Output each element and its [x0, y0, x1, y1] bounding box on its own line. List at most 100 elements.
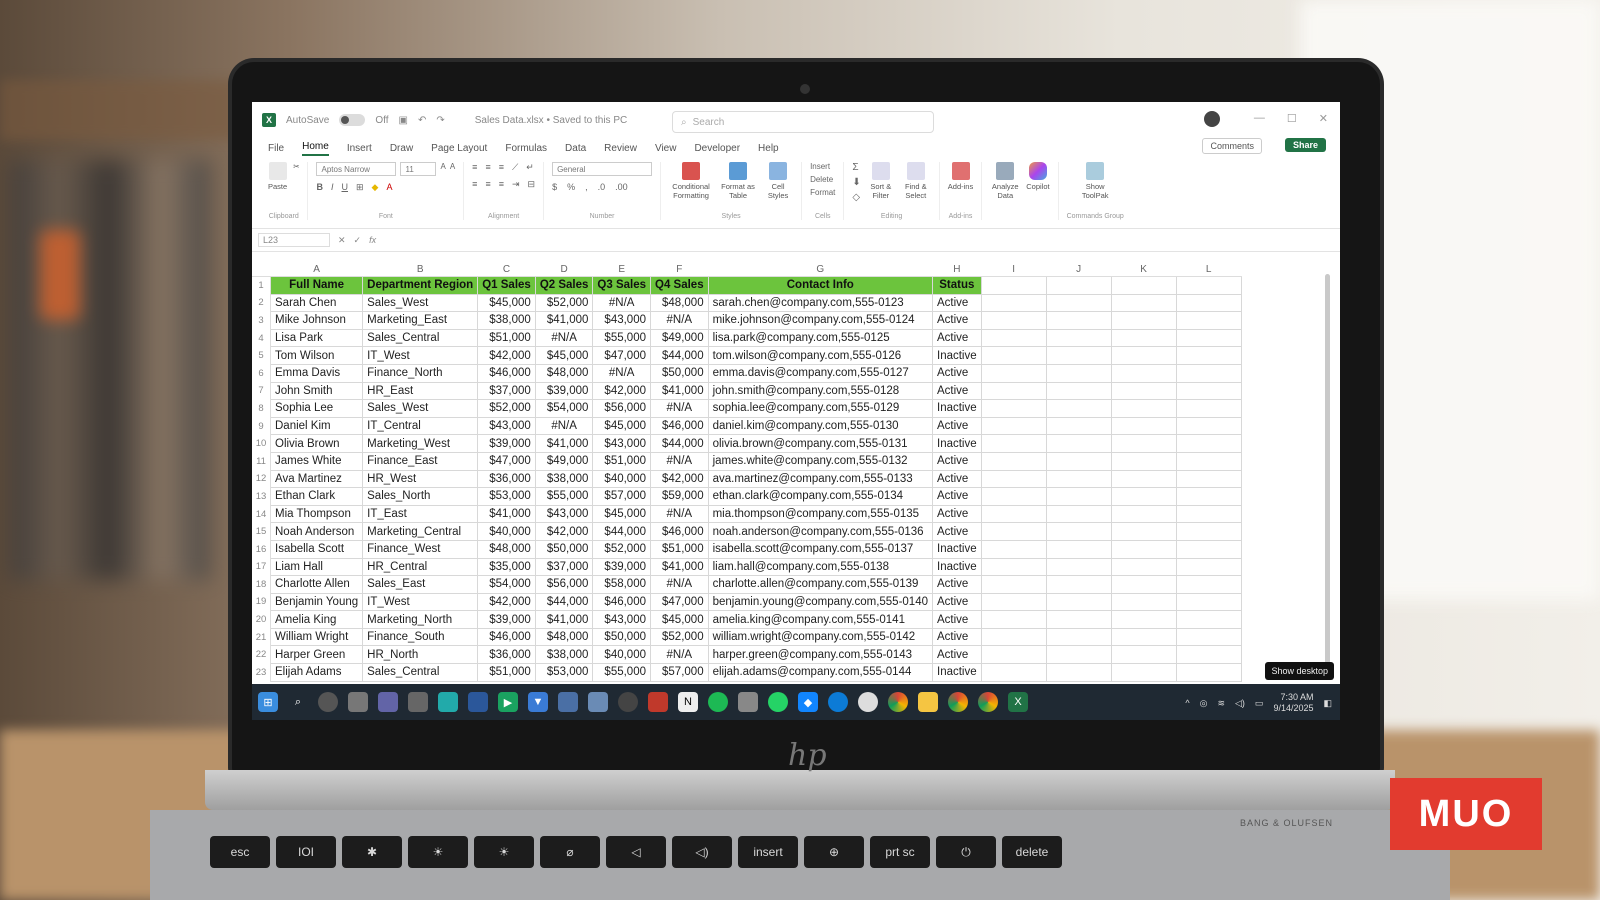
empty-cell[interactable]: [1045, 293, 1112, 313]
cell[interactable]: Inactive: [932, 557, 982, 577]
key[interactable]: ⏻: [936, 836, 996, 868]
fill-color-icon[interactable]: ◆: [372, 182, 379, 193]
empty-cell[interactable]: [1110, 381, 1177, 401]
empty-cell[interactable]: [1045, 399, 1112, 418]
empty-cell[interactable]: [1045, 487, 1112, 506]
cell[interactable]: $37,000: [534, 557, 594, 577]
tab-file[interactable]: File: [268, 143, 284, 154]
cell[interactable]: Finance_North: [362, 363, 479, 383]
column-header[interactable]: A: [270, 262, 363, 277]
cell[interactable]: Marketing_West: [362, 434, 479, 453]
search-icon[interactable]: ⌕: [288, 692, 308, 712]
key[interactable]: ✱: [342, 836, 402, 868]
cell[interactable]: $44,000: [650, 434, 709, 453]
cell[interactable]: John Smith: [269, 381, 364, 401]
whatsapp-icon[interactable]: [768, 692, 788, 712]
empty-cell[interactable]: [1175, 557, 1242, 577]
empty-cell[interactable]: [1110, 522, 1177, 541]
cell[interactable]: Olivia Brown: [269, 434, 364, 453]
column-header[interactable]: F: [650, 262, 709, 277]
cell[interactable]: $45,000: [592, 504, 651, 524]
empty-cell[interactable]: [980, 434, 1047, 453]
cell[interactable]: tom.wilson@company.com,555-0126: [707, 346, 934, 365]
cell[interactable]: $46,000: [592, 592, 651, 612]
row-number[interactable]: 5: [252, 346, 271, 365]
autosave-toggle[interactable]: [339, 114, 366, 126]
empty-cell[interactable]: [980, 557, 1047, 577]
cell[interactable]: Active: [932, 575, 982, 594]
cell[interactable]: Sales_East: [362, 575, 479, 594]
cell[interactable]: Active: [932, 592, 982, 612]
row-number[interactable]: 22: [252, 645, 271, 664]
empty-cell[interactable]: [1175, 451, 1242, 471]
column-header[interactable]: C: [477, 262, 536, 277]
empty-cell[interactable]: [1045, 645, 1112, 665]
cell[interactable]: $47,000: [650, 592, 709, 612]
empty-cell[interactable]: [1045, 522, 1112, 541]
empty-cell[interactable]: [1045, 276, 1112, 295]
empty-cell[interactable]: [1110, 416, 1177, 436]
cell-styles-button[interactable]: Cell Styles: [763, 162, 793, 200]
row-number[interactable]: 4: [252, 329, 271, 347]
cell[interactable]: #N/A: [592, 363, 651, 383]
tab-help[interactable]: Help: [758, 143, 779, 154]
cell[interactable]: Ethan Clark: [269, 487, 364, 506]
cell[interactable]: $56,000: [592, 399, 651, 418]
empty-cell[interactable]: [980, 663, 1047, 682]
cell[interactable]: Daniel Kim: [269, 416, 364, 436]
cell[interactable]: lisa.park@company.com,555-0125: [707, 328, 934, 348]
column-header[interactable]: G: [708, 262, 933, 277]
bold-icon[interactable]: B: [316, 182, 323, 193]
empty-cell[interactable]: [1175, 522, 1242, 541]
battery-icon[interactable]: ▭: [1255, 698, 1264, 709]
cell[interactable]: #N/A: [534, 416, 594, 436]
column-header[interactable]: E: [592, 262, 651, 277]
shrink-font-icon[interactable]: A: [450, 162, 455, 176]
chatgpt-icon[interactable]: [858, 692, 878, 712]
cell[interactable]: $41,000: [534, 434, 594, 453]
row-number[interactable]: 23: [252, 663, 271, 682]
cell[interactable]: #N/A: [534, 328, 594, 348]
cell[interactable]: $36,000: [477, 645, 536, 665]
cell[interactable]: Inactive: [932, 663, 982, 682]
cell[interactable]: $56,000: [534, 575, 594, 594]
row-number[interactable]: 10: [252, 434, 271, 453]
tab-home[interactable]: Home: [302, 141, 329, 156]
merge-icon[interactable]: ⊟: [528, 179, 536, 190]
empty-cell[interactable]: [1175, 399, 1242, 418]
empty-cell[interactable]: [1175, 469, 1242, 489]
key-esc[interactable]: esc: [210, 836, 270, 868]
windows-start-icon[interactable]: ⊞: [258, 692, 278, 712]
cell[interactable]: #N/A: [650, 575, 709, 594]
column-header[interactable]: J: [1046, 262, 1112, 277]
cell[interactable]: HR_Central: [362, 557, 479, 577]
cell[interactable]: Charlotte Allen: [269, 575, 364, 594]
empty-cell[interactable]: [1175, 381, 1242, 401]
cell[interactable]: liam.hall@company.com,555-0138: [707, 557, 934, 577]
cell[interactable]: amelia.king@company.com,555-0141: [707, 610, 934, 629]
minimize-icon[interactable]: —: [1254, 112, 1265, 125]
orientation-icon[interactable]: ⟋: [512, 162, 518, 173]
cell[interactable]: isabella.scott@company.com,555-0137: [707, 539, 934, 559]
calculator-icon[interactable]: [588, 692, 608, 712]
cell[interactable]: $39,000: [477, 434, 536, 453]
tab-review[interactable]: Review: [604, 143, 637, 154]
cell[interactable]: William Wright: [269, 627, 364, 647]
cell[interactable]: $41,000: [477, 504, 536, 524]
enter-icon[interactable]: ✓: [354, 235, 362, 246]
comments-button[interactable]: Comments: [1202, 138, 1262, 154]
delete-cells-button[interactable]: Delete: [810, 175, 835, 184]
autosum-icon[interactable]: Σ: [852, 162, 860, 173]
paste-button[interactable]: Paste: [268, 162, 287, 191]
row-number[interactable]: 20: [252, 610, 271, 629]
empty-cell[interactable]: [1175, 627, 1242, 647]
column-header[interactable]: B: [362, 262, 478, 277]
number-format-select[interactable]: General: [552, 162, 653, 176]
cell[interactable]: Active: [932, 627, 982, 647]
cell[interactable]: IT_East: [362, 504, 479, 524]
cell[interactable]: $58,000: [592, 575, 651, 594]
key-prtsc[interactable]: prt sc: [870, 836, 930, 868]
tab-data[interactable]: Data: [565, 143, 586, 154]
header-cell[interactable]: Full Name: [269, 276, 364, 295]
align-middle-icon[interactable]: ≡: [485, 162, 490, 173]
